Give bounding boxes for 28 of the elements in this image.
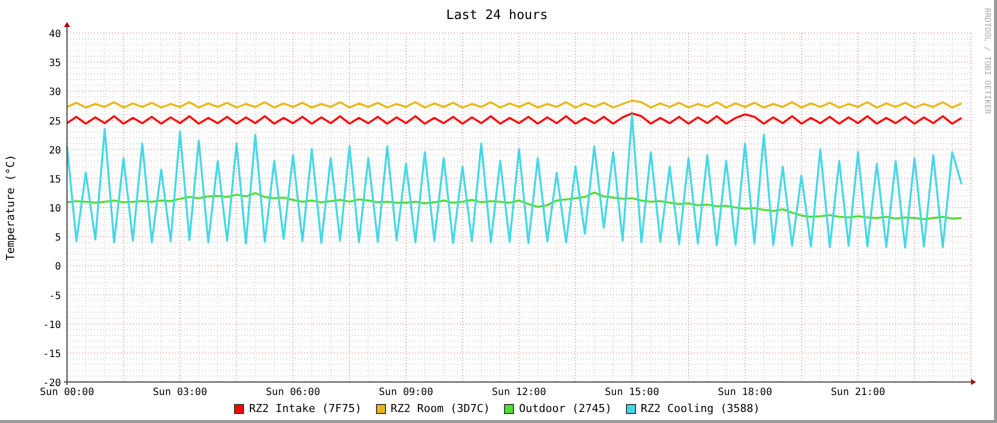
legend-label: RZ2 Room (3D7C) xyxy=(390,402,490,415)
tick-label: 20 xyxy=(48,145,61,156)
tick-label: -15 xyxy=(42,348,61,360)
credit-text: RRDTOOL / TOBI OETIKER xyxy=(983,8,992,114)
y-axis-label: Temperature (°C) xyxy=(4,154,17,260)
tick-label: Sun 21:00 xyxy=(830,387,886,398)
tick-label: Sun 00:00 xyxy=(40,387,94,398)
tick-label: Sun 06:00 xyxy=(266,387,320,398)
tick-label: 35 xyxy=(48,58,61,70)
tick-label: 10 xyxy=(48,204,61,214)
tick-label: Sun 12:00 xyxy=(492,387,546,398)
tick-label: Sun 18:00 xyxy=(718,387,772,398)
legend-label: RZ2 Intake (7F75) xyxy=(249,402,362,415)
tick-label: -5 xyxy=(48,290,61,302)
tick-label: 15 xyxy=(48,174,61,186)
tick-label: Sun 09:00 xyxy=(378,387,434,398)
chart-title: Last 24 hours xyxy=(446,8,548,23)
tick-label: Sun 15:00 xyxy=(604,387,660,398)
tick-label: -10 xyxy=(42,320,61,331)
tick-label: 30 xyxy=(48,87,61,98)
tick-label: 40 xyxy=(48,29,61,40)
tick-label: -20 xyxy=(42,378,61,389)
tick-label: 25 xyxy=(48,116,61,128)
legend-label: Outdoor (2745) xyxy=(519,402,612,415)
tick-label: 0 xyxy=(54,262,61,273)
tick-label: Sun 03:00 xyxy=(152,387,208,398)
legend-label: RZ2 Cooling (3588) xyxy=(640,402,760,415)
tick-label: 5 xyxy=(54,232,61,244)
